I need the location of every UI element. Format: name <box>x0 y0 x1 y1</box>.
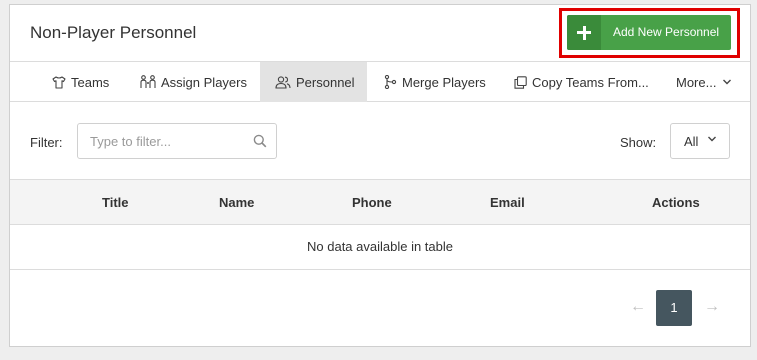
empty-table-message: No data available in table <box>307 239 453 254</box>
page-title: Non-Player Personnel <box>30 23 197 42</box>
panel-header: Non-Player Personnel Add New Personnel <box>10 5 750 62</box>
column-header-phone[interactable]: Phone <box>352 195 392 210</box>
tab-label: Personnel <box>296 74 355 90</box>
plus-icon <box>567 15 601 50</box>
column-header-title[interactable]: Title <box>102 195 129 210</box>
pagination-prev-button[interactable]: ← <box>630 298 646 316</box>
show-select-value: All <box>684 134 699 149</box>
tab-teams[interactable]: Teams <box>52 62 109 102</box>
tab-more[interactable]: More... <box>676 62 732 102</box>
tab-label: Assign Players <box>161 74 247 90</box>
tab-label: Merge Players <box>402 74 486 90</box>
table-header: Title Name Phone Email Actions <box>10 179 750 225</box>
merge-icon <box>384 75 397 89</box>
column-header-email[interactable]: Email <box>490 195 525 210</box>
tab-label: Teams <box>71 74 110 90</box>
tab-personnel[interactable]: Personnel <box>260 62 367 102</box>
chevron-down-icon <box>723 79 732 85</box>
tab-merge-players[interactable]: Merge Players <box>384 62 486 102</box>
tab-label: Copy Teams From... <box>532 74 649 90</box>
pagination-page-1[interactable]: 1 <box>656 290 692 326</box>
users-icon <box>275 75 291 89</box>
tab-assign-players[interactable]: Assign Players <box>140 62 247 102</box>
players-icon <box>140 75 156 88</box>
filter-label: Filter: <box>30 135 63 150</box>
search-icon <box>253 134 267 148</box>
tshirt-icon <box>52 75 66 89</box>
tab-bar: Teams Assign Players Personnel Merge Pla… <box>10 62 750 102</box>
filter-field <box>77 123 277 159</box>
filter-input[interactable] <box>90 133 250 149</box>
copy-icon <box>514 75 527 89</box>
pagination-next-button[interactable]: → <box>704 298 720 316</box>
table-row: No data available in table <box>10 225 750 270</box>
add-new-personnel-button[interactable]: Add New Personnel <box>567 15 731 50</box>
tab-label: More... <box>676 74 717 90</box>
column-header-name[interactable]: Name <box>219 195 254 210</box>
show-label: Show: <box>620 135 657 150</box>
show-entries-select[interactable]: All <box>670 123 730 159</box>
personnel-panel: Non-Player Personnel Add New Personnel T… <box>9 4 751 347</box>
tab-copy-teams[interactable]: Copy Teams From... <box>514 62 649 102</box>
column-header-actions: Actions <box>652 195 700 210</box>
add-button-label: Add New Personnel <box>613 25 720 39</box>
chevron-down-icon <box>708 136 716 142</box>
